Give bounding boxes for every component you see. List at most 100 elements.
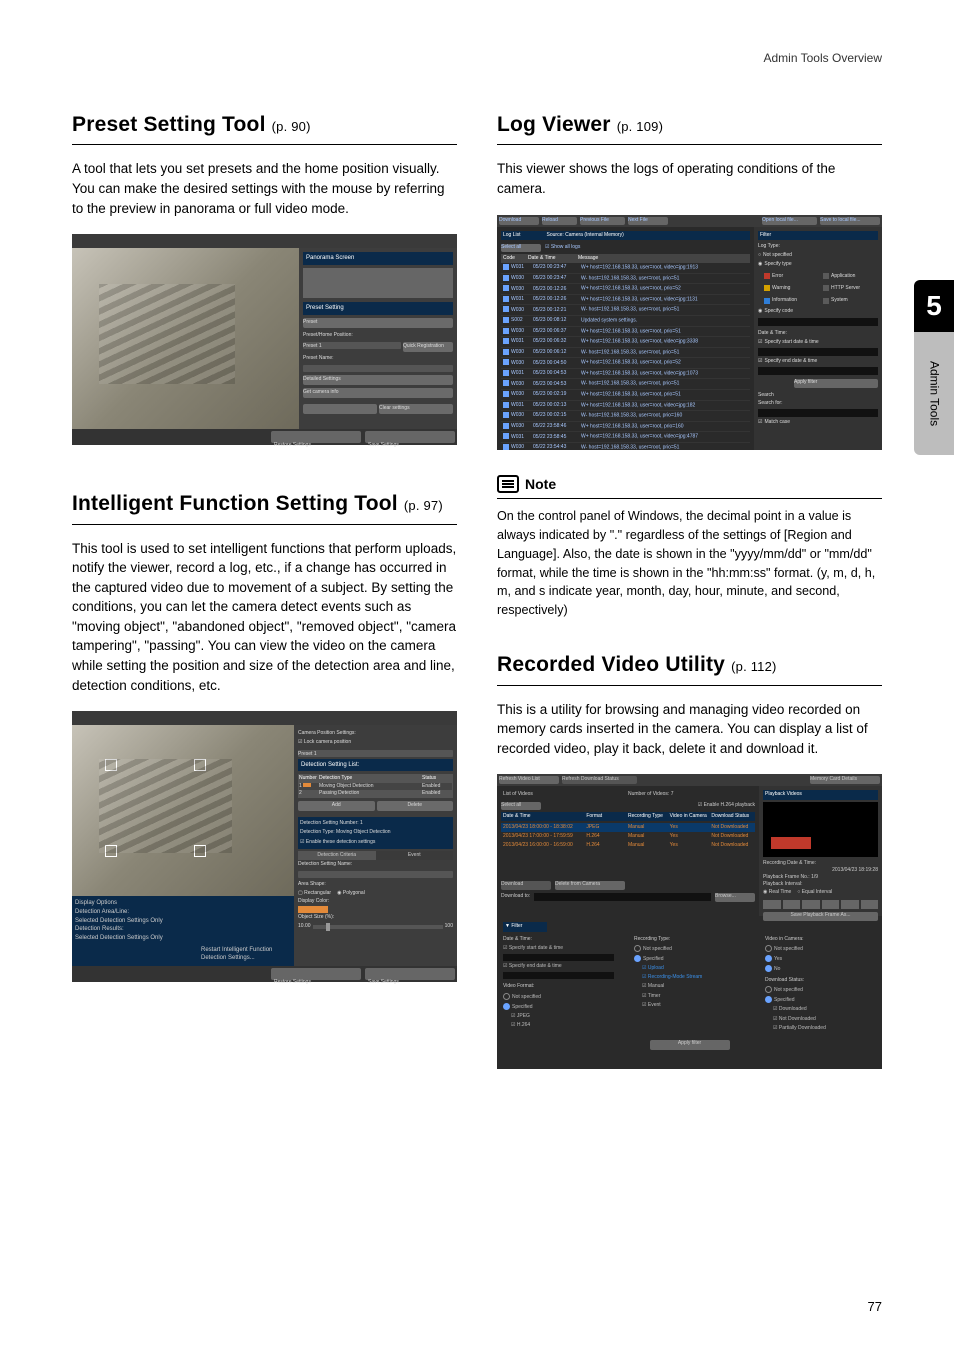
pb-prev-button[interactable] [783, 900, 801, 909]
pb-last-button[interactable] [861, 900, 879, 909]
delete-button[interactable]: Delete [377, 801, 454, 811]
rect-radio[interactable]: ▢ Rectangular [298, 890, 331, 897]
log-row[interactable]: W03005/23 00:04:53W- host=192.168.158.33… [501, 379, 750, 390]
restart-if-button[interactable]: Restart Intelligent Function [201, 946, 291, 955]
log-row[interactable]: W03005/23 00:06:12W- host=192.168.158.33… [501, 348, 750, 359]
vf-notspec-radio[interactable]: Not specified [503, 993, 614, 1001]
next-file-button[interactable]: Next File [628, 217, 668, 225]
det-settings-button[interactable]: Detection Settings... [201, 954, 291, 963]
quick-reg-button[interactable]: Quick Registration [403, 342, 453, 352]
pb-play-button[interactable] [822, 900, 840, 909]
vc-yes-radio[interactable]: Yes [765, 955, 876, 963]
get-cam-info-button[interactable]: Get camera info [303, 388, 453, 398]
refresh-list-button[interactable]: Refresh Video List [499, 776, 559, 784]
equal-int-radio[interactable]: ○ Equal Interval [797, 889, 832, 896]
open-local-button[interactable]: Open local file... [762, 217, 817, 225]
rt-spec-radio[interactable]: Specified [634, 955, 745, 963]
log-row[interactable]: S00205/23 00:08:12Updated system setting… [501, 316, 750, 327]
vc-notspec-radio[interactable]: Not specified [765, 945, 876, 953]
vc-no-radio[interactable]: No [765, 965, 876, 973]
enable-chk[interactable]: ☑ Enable these detection settings [300, 838, 451, 847]
log-row[interactable]: W03005/23 00:12:26W+ host=192.168.158.33… [501, 284, 750, 295]
log-row[interactable]: W03005/23 00:02:19W+ host=192.168.158.33… [501, 390, 750, 401]
det-results-select[interactable]: Selected Detection Settings Only [75, 934, 291, 943]
start-dt-input[interactable] [758, 348, 878, 356]
dl-spec-radio[interactable]: Specified [765, 996, 876, 1004]
ifs-restore-button[interactable]: Restore Settings [271, 968, 361, 980]
reload-button[interactable]: Reload [542, 217, 577, 225]
prev-file-button[interactable]: Previous File [580, 217, 625, 225]
real-time-radio[interactable]: ◉ Real Time [763, 889, 791, 896]
dl-path-input[interactable] [534, 893, 711, 901]
mem-card-button[interactable]: Memory Card Details [810, 776, 880, 784]
refresh-dl-button[interactable]: Refresh Download Status [562, 776, 637, 784]
log-row[interactable]: W03105/23 00:12:26W+ host=192.168.158.33… [501, 295, 750, 306]
log-row[interactable]: W03105/23 00:02:13W+ host=192.168.158.33… [501, 401, 750, 412]
not-spec-radio[interactable]: ○ Not specified [758, 252, 878, 259]
save-local-button[interactable]: Save to local file... [820, 217, 880, 225]
rec-select-all[interactable]: Select all [501, 802, 541, 810]
rec-download-button[interactable]: Download [501, 881, 551, 890]
rec-start-input[interactable] [503, 954, 614, 961]
enable-h264-chk[interactable]: ☑ Enable H.264 playback [698, 802, 755, 810]
log-row[interactable]: W03105/23 00:23:47W+ host=192.168.158.33… [501, 263, 750, 274]
rec-end-input[interactable] [503, 972, 614, 979]
log-row[interactable]: W03005/22 23:54:43W- host=192.168.158.33… [501, 443, 750, 450]
show-all-chk[interactable]: ☑ Show all logs [545, 244, 580, 252]
code-input[interactable] [758, 318, 878, 326]
tab-criteria[interactable]: Detection Criteria [298, 851, 376, 860]
det-area-select[interactable]: Selected Detection Settings Only [75, 917, 291, 926]
rec-end-chk[interactable]: ☑ Specify end date & time [503, 963, 614, 970]
spec-code-radio[interactable]: ◉ Specify code [758, 308, 878, 315]
preview-settings-button[interactable] [303, 404, 377, 414]
log-row[interactable]: W03005/23 00:12:21W- host=192.168.158.33… [501, 305, 750, 316]
color-swatch[interactable] [298, 906, 328, 913]
pb-back-button[interactable] [802, 900, 820, 909]
end-dt-input[interactable] [758, 367, 878, 375]
detailed-button[interactable]: Detailed Settings [303, 375, 453, 385]
download-button[interactable]: Download [499, 217, 539, 225]
log-row[interactable]: W03005/23 00:23:47W- host=192.168.158.33… [501, 274, 750, 285]
vf-spec-radio[interactable]: Specified [503, 1003, 614, 1011]
preset-button[interactable]: Preset [303, 318, 453, 328]
spec-end-chk[interactable]: ☑ Specify end date & time [758, 358, 878, 365]
poly-radio[interactable]: ◉ Polygonal [337, 890, 365, 897]
rt-notspec-radio[interactable]: Not specified [634, 945, 745, 953]
log-row[interactable]: W03005/23 00:02:15W- host=192.168.158.33… [501, 411, 750, 422]
video-row[interactable]: 2013/04/23 17:00:00 - 17:59:59H.264Manua… [501, 832, 755, 841]
del-cam-button[interactable]: Delete from Camera [555, 881, 625, 890]
video-row[interactable]: 2013/04/23 16:00:00 - 16:59:00H.264Manua… [501, 841, 755, 850]
log-row[interactable]: W03105/23 00:06:32W+ host=192.168.158.33… [501, 337, 750, 348]
log-row[interactable]: W03105/23 00:04:53W+ host=192.168.158.33… [501, 369, 750, 380]
log-row[interactable]: W03005/22 23:58:46W+ host=192.168.158.33… [501, 422, 750, 433]
log-row[interactable]: W03005/23 00:04:50W+ host=192.168.158.33… [501, 358, 750, 369]
ifs-preset-select[interactable]: Preset 1 [298, 750, 453, 757]
preset-select[interactable]: Preset 1 [303, 342, 401, 349]
rec-apply-filter-button[interactable]: Apply filter [650, 1040, 730, 1050]
clear-button[interactable]: Clear settings [379, 404, 453, 414]
search-input[interactable] [758, 409, 878, 417]
preset-name-input[interactable] [303, 365, 453, 372]
video-row[interactable]: 2013/04/23 18:00:00 - 18:38:02JPEGManual… [501, 823, 755, 832]
rec-start-chk[interactable]: ☑ Specify start date & time [503, 945, 614, 952]
dl-notspec-radio[interactable]: Not specified [765, 986, 876, 994]
apply-filter-button[interactable]: Apply filter [794, 379, 878, 388]
log-row[interactable]: W03105/22 23:58:45W+ host=192.168.158.33… [501, 432, 750, 443]
spec-type-radio[interactable]: ◉ Specify type [758, 261, 878, 268]
spec-start-chk[interactable]: ☑ Specify start date & time [758, 339, 878, 346]
pct-slider[interactable] [313, 925, 443, 929]
det-name-input[interactable] [298, 871, 453, 878]
save-frame-button[interactable]: Save Playback Frame As... [763, 912, 878, 921]
pb-first-button[interactable] [763, 900, 781, 909]
browse-button[interactable]: Browse... [715, 893, 755, 902]
log-row[interactable]: W03005/23 00:06:37W+ host=192.168.158.33… [501, 327, 750, 338]
lock-cam-chk[interactable]: ☑ Lock camera position [298, 738, 453, 747]
ifs-save-button[interactable]: Save Settings [365, 968, 455, 980]
match-case-chk[interactable]: ☑ Match case [758, 419, 878, 426]
save-button[interactable]: Save Settings [365, 431, 455, 443]
select-all-button[interactable]: Select all [501, 244, 541, 252]
restore-button[interactable]: Restore Settings [271, 431, 361, 443]
pb-next-button[interactable] [841, 900, 859, 909]
add-button[interactable]: Add [298, 801, 375, 811]
tab-event[interactable]: Event [376, 851, 454, 860]
